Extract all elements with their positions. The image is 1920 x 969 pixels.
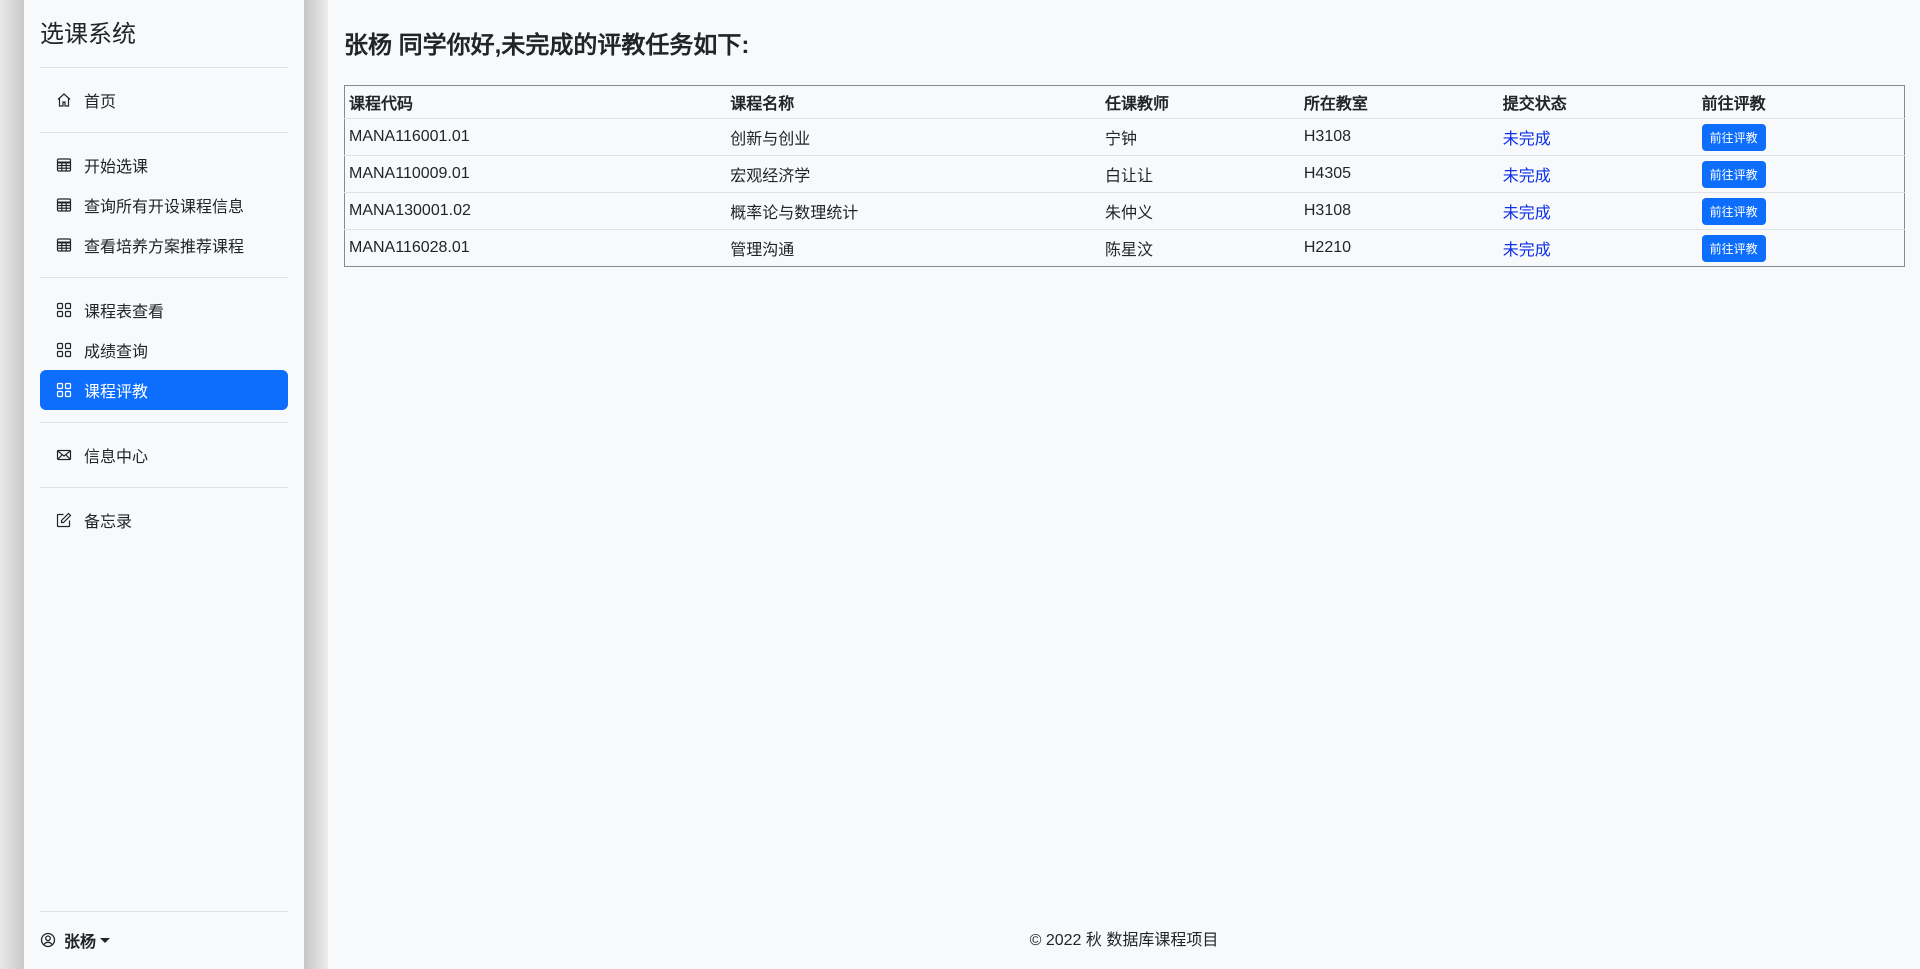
home-icon: [56, 92, 72, 108]
sidebar-item-start-selection[interactable]: 开始选课: [40, 145, 288, 185]
sidebar-item-messages[interactable]: 信息中心: [40, 435, 288, 475]
envelope-icon: [56, 447, 72, 463]
course-name: 概率论与数理统计: [726, 192, 1102, 230]
nav-group-academic: 课程表查看 成绩查询 课程评教: [40, 290, 288, 423]
course-room: H2210: [1303, 239, 1352, 256]
sidebar-item-timetable[interactable]: 课程表查看: [40, 290, 288, 330]
course-name: 管理沟通: [730, 242, 795, 259]
sidebar-item-label: 课程评教: [84, 384, 149, 401]
sidebar-item-grades[interactable]: 成绩查询: [40, 330, 288, 370]
table-row: MANA116028.01 管理沟通 陈星汶 H2210 未完成 前往评教: [345, 230, 1905, 267]
grid-icon: [56, 382, 72, 398]
course-room: H3108: [1299, 192, 1499, 230]
course-code: MANA116028.01: [349, 239, 470, 256]
sidebar-divider-shadow: [304, 0, 328, 969]
main-content: 张杨 同学你好,未完成的评教任务如下: 课程代码 课程名称 任课教师 所在教室 …: [344, 0, 1905, 969]
sidebar-item-label: 课程表查看: [84, 304, 165, 321]
table-row: MANA116001.01 创新与创业 宁钟 H3108 未完成 前往评教: [344, 118, 1905, 156]
sidebar-item-label: 开始选课: [84, 159, 149, 176]
page-title: 张杨 同学你好,未完成的评教任务如下:: [344, 32, 750, 59]
grid-icon: [56, 342, 72, 358]
go-evaluate-button[interactable]: 前往评教: [1701, 234, 1766, 262]
table-row: MANA130001.02 概率论与数理统计 朱仲义 H3108 未完成 前往评…: [344, 192, 1905, 230]
go-evaluate-button[interactable]: 前往评教: [1701, 123, 1766, 151]
caret-down-icon: [100, 937, 111, 943]
course-room: H3108: [1299, 118, 1499, 156]
status-link[interactable]: 未完成: [1503, 205, 1551, 222]
sidebar-item-memo[interactable]: 备忘录: [40, 500, 288, 540]
sidebar: 选课系统 首页 开始选课 查询所有开设课程信息 查看培养方案推荐课程 课程表查看…: [24, 0, 304, 969]
nav-group-home: 首页: [40, 80, 288, 133]
course-room: H4305: [1299, 155, 1499, 193]
sidebar-item-course-evaluation[interactable]: 课程评教: [40, 370, 288, 410]
course-teacher: 朱仲义: [1101, 192, 1300, 230]
table-icon: [56, 197, 72, 213]
column-header-code: 课程代码: [344, 85, 727, 119]
course-teacher: 陈星汶: [1105, 242, 1154, 259]
page: 选课系统 首页 开始选课 查询所有开设课程信息 查看培养方案推荐课程 课程表查看…: [0, 0, 1920, 969]
table-row: MANA110009.01 宏观经济学 白让让 H4305 未完成 前往评教: [344, 155, 1905, 193]
status-link[interactable]: 未完成: [1503, 242, 1551, 259]
nav-group-courses: 开始选课 查询所有开设课程信息 查看培养方案推荐课程: [40, 145, 288, 278]
pencil-square-icon: [56, 512, 72, 528]
sidebar-item-recommended-courses[interactable]: 查看培养方案推荐课程: [40, 225, 288, 265]
sidebar-item-label: 首页: [84, 94, 117, 111]
person-circle-icon: [40, 932, 56, 948]
column-header-name: 课程名称: [726, 85, 1102, 119]
table-icon: [56, 157, 72, 173]
go-evaluate-button[interactable]: 前往评教: [1701, 160, 1766, 188]
status-link[interactable]: 未完成: [1503, 131, 1551, 148]
sidebar-item-label: 成绩查询: [84, 344, 149, 361]
course-code: MANA130001.02: [344, 192, 727, 230]
column-header-status: 提交状态: [1498, 85, 1698, 119]
go-evaluate-button[interactable]: 前往评教: [1701, 197, 1766, 225]
user-name: 张杨: [64, 934, 97, 951]
sidebar-item-label: 查看培养方案推荐课程: [84, 239, 245, 256]
course-teacher: 白让让: [1101, 155, 1300, 193]
course-name: 宏观经济学: [726, 155, 1102, 193]
nav-group-memo: 备忘录: [40, 500, 288, 552]
column-header-action: 前往评教: [1697, 85, 1905, 119]
footer-copyright: © 2022 秋 数据库课程项目: [1029, 932, 1219, 949]
sidebar-item-label: 查询所有开设课程信息: [84, 199, 245, 216]
course-code: MANA110009.01: [344, 155, 727, 193]
sidebar-brand[interactable]: 选课系统: [40, 0, 288, 68]
column-header-teacher: 任课教师: [1101, 85, 1300, 119]
sidebar-item-label: 备忘录: [84, 514, 133, 531]
left-edge-shadow: [0, 0, 24, 969]
evaluation-table: 课程代码 课程名称 任课教师 所在教室 提交状态 前往评教 MANA116001…: [344, 85, 1905, 267]
sidebar-item-home[interactable]: 首页: [40, 80, 288, 120]
course-teacher: 宁钟: [1101, 118, 1300, 156]
table-header-row: 课程代码 课程名称 任课教师 所在教室 提交状态 前往评教: [344, 85, 1905, 119]
table-icon: [56, 237, 72, 253]
user-menu-toggle[interactable]: 张杨: [40, 911, 288, 952]
course-name: 创新与创业: [726, 118, 1102, 156]
grid-icon: [56, 302, 72, 318]
sidebar-item-label: 信息中心: [84, 449, 149, 466]
status-link[interactable]: 未完成: [1503, 168, 1551, 185]
course-code: MANA116001.01: [344, 118, 727, 156]
nav-group-messages: 信息中心: [40, 435, 288, 488]
column-header-room: 所在教室: [1299, 85, 1499, 119]
sidebar-item-all-courses[interactable]: 查询所有开设课程信息: [40, 185, 288, 225]
